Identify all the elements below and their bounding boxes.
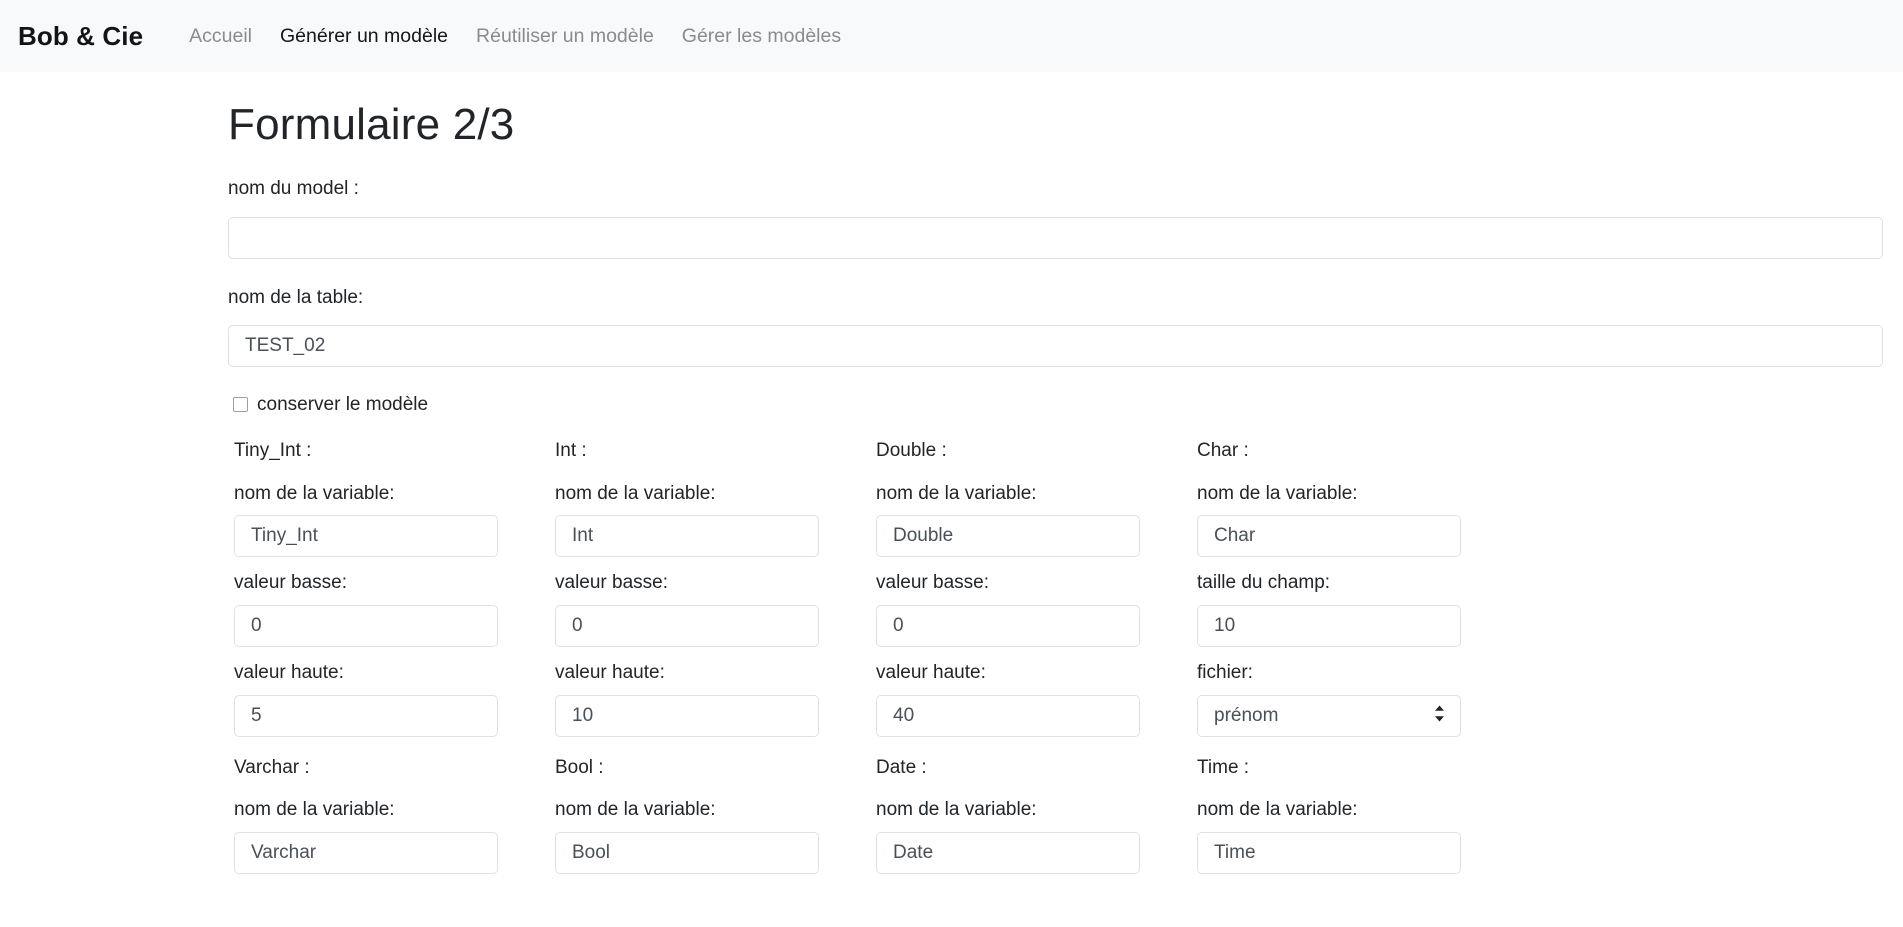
label-variable-name-bool: nom de la variable: bbox=[555, 797, 819, 824]
type-column-date: Date : nom de la variable: bbox=[876, 755, 1140, 887]
nav-link-reutiliser-un-modele[interactable]: Réutiliser un modèle bbox=[462, 25, 668, 48]
label-low-value-double: valeur basse: bbox=[876, 570, 1140, 597]
type-title-double: Double : bbox=[876, 438, 1140, 465]
keep-model-label: conserver le modèle bbox=[257, 394, 428, 416]
label-low-value-tiny-int: valeur basse: bbox=[234, 570, 498, 597]
input-variable-name-double[interactable] bbox=[876, 515, 1140, 557]
input-low-value-double[interactable] bbox=[876, 605, 1140, 647]
label-variable-name-double: nom de la variable: bbox=[876, 481, 1140, 508]
label-high-value-tiny-int: valeur haute: bbox=[234, 660, 498, 687]
nav-link-accueil[interactable]: Accueil bbox=[175, 25, 266, 48]
label-variable-name-date: nom de la variable: bbox=[876, 797, 1140, 824]
label-file-char: fichier: bbox=[1197, 660, 1461, 687]
types-grid-row-1: Tiny_Int : nom de la variable: valeur ba… bbox=[228, 438, 1883, 749]
type-title-int: Int : bbox=[555, 438, 819, 465]
type-column-time: Time : nom de la variable: bbox=[1197, 755, 1461, 887]
model-name-group: nom du model : bbox=[228, 176, 1883, 259]
input-high-value-int[interactable] bbox=[555, 695, 819, 737]
type-title-char: Char : bbox=[1197, 438, 1461, 465]
label-variable-name-time: nom de la variable: bbox=[1197, 797, 1461, 824]
brand-logo[interactable]: Bob & Cie bbox=[18, 21, 143, 52]
type-title-date: Date : bbox=[876, 755, 1140, 782]
input-variable-name-char[interactable] bbox=[1197, 515, 1461, 557]
input-low-value-tiny-int[interactable] bbox=[234, 605, 498, 647]
nav-links: Accueil Générer un modèle Réutiliser un … bbox=[175, 25, 855, 48]
page-content: Formulaire 2/3 nom du model : nom de la … bbox=[0, 100, 1903, 887]
keep-model-group: conserver le modèle bbox=[228, 394, 1883, 416]
type-column-double: Double : nom de la variable: valeur bass… bbox=[876, 438, 1140, 749]
type-column-bool: Bool : nom de la variable: bbox=[555, 755, 819, 887]
navbar: Bob & Cie Accueil Générer un modèle Réut… bbox=[0, 0, 1903, 72]
input-high-value-double[interactable] bbox=[876, 695, 1140, 737]
label-variable-name-varchar: nom de la variable: bbox=[234, 797, 498, 824]
label-high-value-double: valeur haute: bbox=[876, 660, 1140, 687]
model-name-input[interactable] bbox=[228, 217, 1883, 259]
label-high-value-int: valeur haute: bbox=[555, 660, 819, 687]
type-title-varchar: Varchar : bbox=[234, 755, 498, 782]
table-name-label: nom de la table: bbox=[228, 285, 1883, 312]
input-field-size-char[interactable] bbox=[1197, 605, 1461, 647]
label-variable-name-char: nom de la variable: bbox=[1197, 481, 1461, 508]
type-column-varchar: Varchar : nom de la variable: bbox=[234, 755, 498, 887]
input-variable-name-time[interactable] bbox=[1197, 832, 1461, 874]
type-title-tiny-int: Tiny_Int : bbox=[234, 438, 498, 465]
page-title: Formulaire 2/3 bbox=[228, 100, 1883, 150]
type-column-char: Char : nom de la variable: taille du cha… bbox=[1197, 438, 1461, 749]
nav-link-gerer-les-modeles[interactable]: Gérer les modèles bbox=[668, 25, 855, 48]
type-column-int: Int : nom de la variable: valeur basse: … bbox=[555, 438, 819, 749]
select-file-char-wrapper: prénom bbox=[1197, 695, 1461, 737]
type-title-bool: Bool : bbox=[555, 755, 819, 782]
label-low-value-int: valeur basse: bbox=[555, 570, 819, 597]
label-field-size-char: taille du champ: bbox=[1197, 570, 1461, 597]
input-variable-name-varchar[interactable] bbox=[234, 832, 498, 874]
input-variable-name-bool[interactable] bbox=[555, 832, 819, 874]
input-variable-name-int[interactable] bbox=[555, 515, 819, 557]
types-grid-row-2: Varchar : nom de la variable: Bool : nom… bbox=[228, 755, 1883, 887]
table-name-input[interactable] bbox=[228, 325, 1883, 367]
input-high-value-tiny-int[interactable] bbox=[234, 695, 498, 737]
keep-model-checkbox[interactable] bbox=[233, 397, 248, 412]
label-variable-name-tiny-int: nom de la variable: bbox=[234, 481, 498, 508]
input-variable-name-date[interactable] bbox=[876, 832, 1140, 874]
type-column-tiny-int: Tiny_Int : nom de la variable: valeur ba… bbox=[234, 438, 498, 749]
select-file-char[interactable]: prénom bbox=[1197, 695, 1461, 737]
table-name-group: nom de la table: bbox=[228, 285, 1883, 368]
nav-link-generer-un-modele[interactable]: Générer un modèle bbox=[266, 25, 462, 48]
input-variable-name-tiny-int[interactable] bbox=[234, 515, 498, 557]
type-title-time: Time : bbox=[1197, 755, 1461, 782]
input-low-value-int[interactable] bbox=[555, 605, 819, 647]
label-variable-name-int: nom de la variable: bbox=[555, 481, 819, 508]
model-name-label: nom du model : bbox=[228, 176, 1883, 203]
